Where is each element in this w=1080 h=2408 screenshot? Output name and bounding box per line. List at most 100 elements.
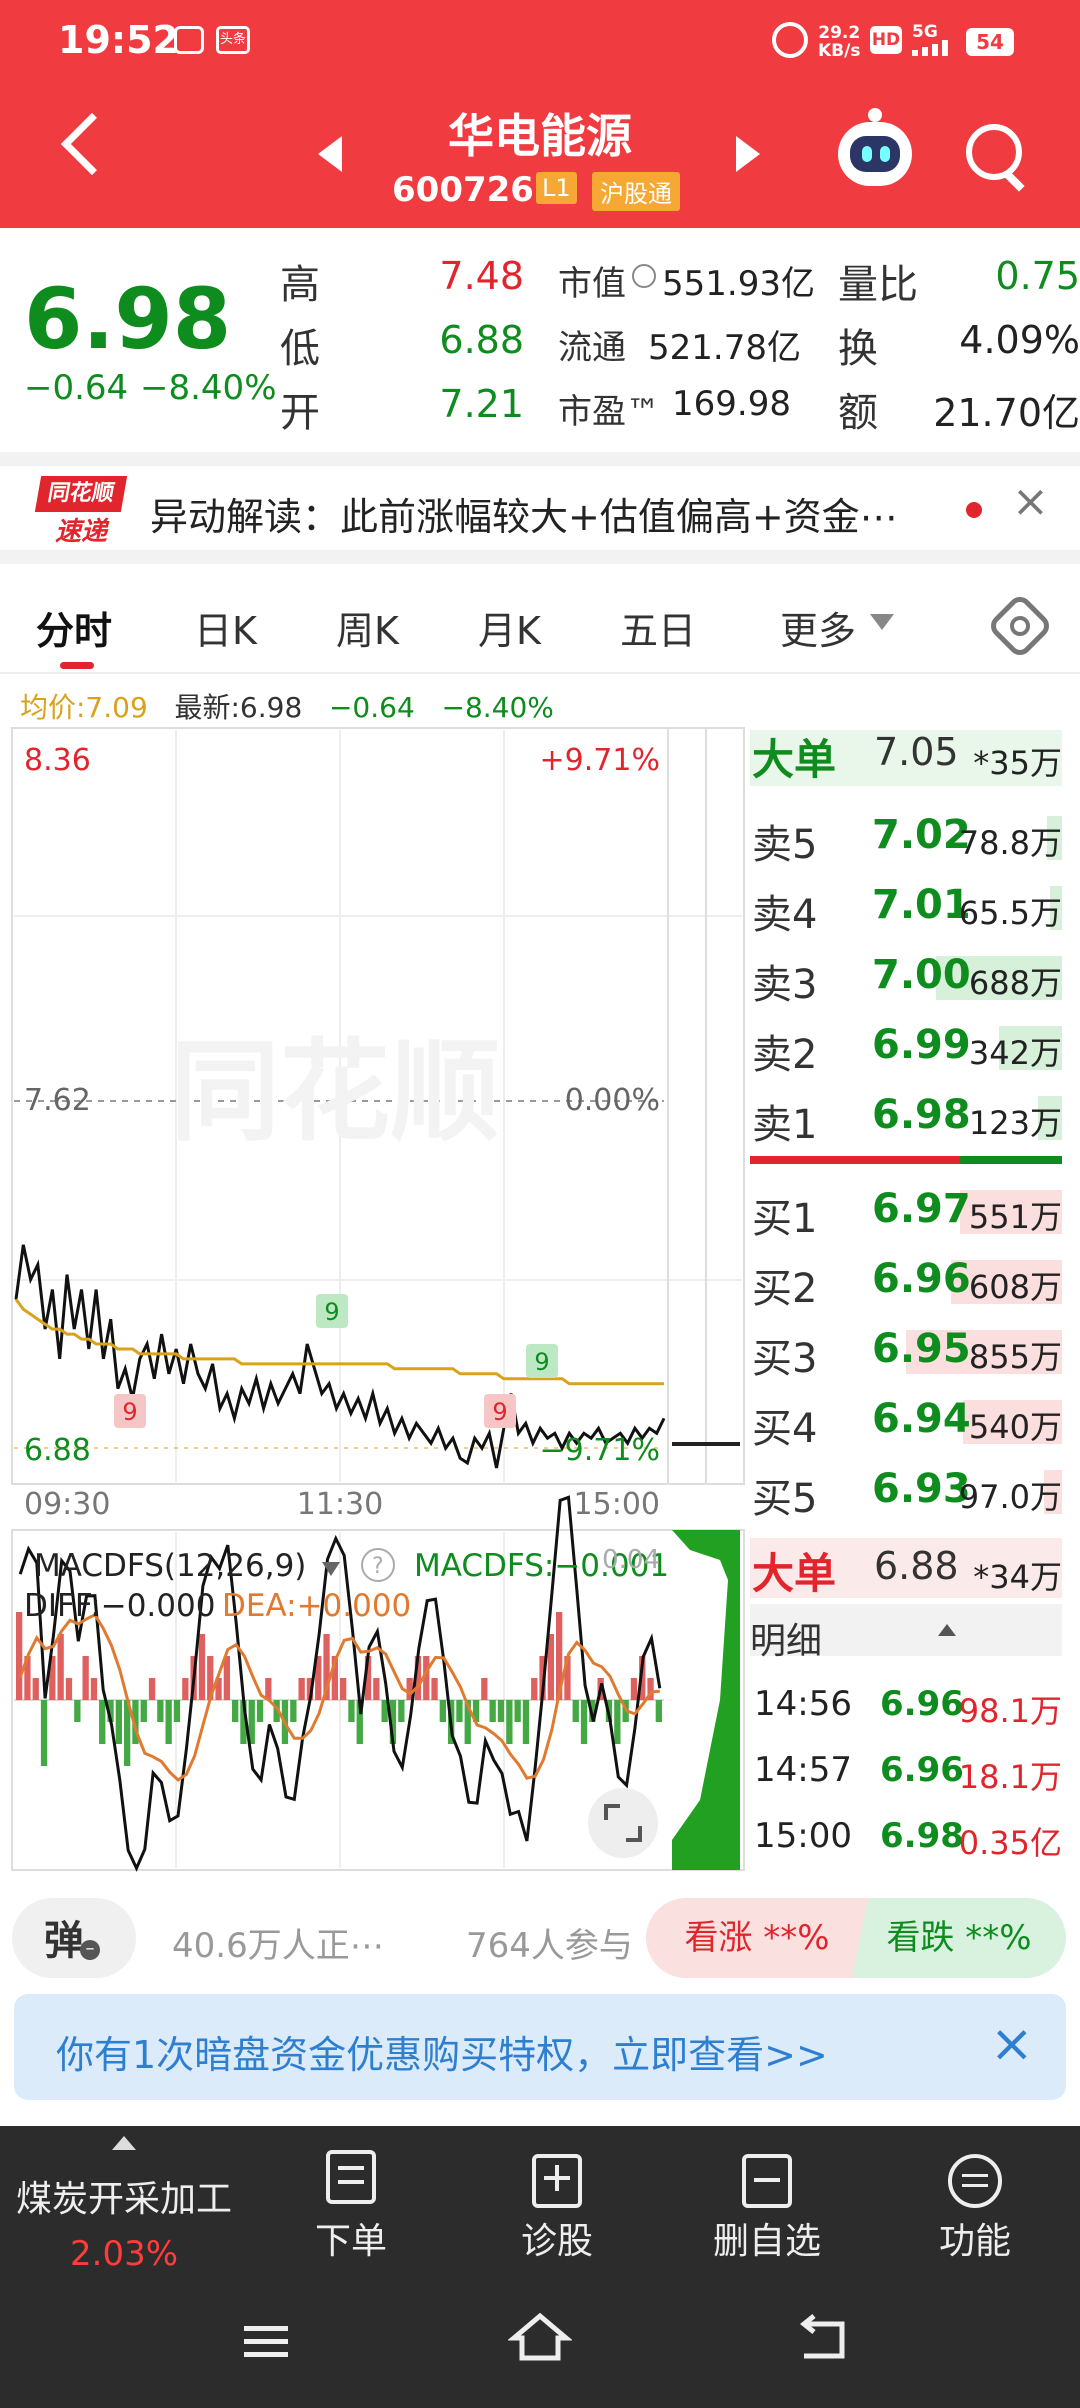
notification-icon xyxy=(174,26,204,54)
open-label: 开 xyxy=(280,390,320,436)
pe-value: 169.98 xyxy=(672,384,791,424)
bearish-button[interactable]: 看跌 **% xyxy=(852,1898,1066,1978)
robot-antenna xyxy=(868,108,882,122)
news-app-icon: 头条 xyxy=(216,26,250,54)
sell-level-volume: 688万 xyxy=(968,964,1062,1002)
macd-title[interactable]: MACDFS(12,26,9) xyxy=(34,1548,306,1584)
speed-unit: KB/s xyxy=(818,41,861,61)
big-sell-price: 7.05 xyxy=(874,730,959,774)
volume-ratio-label: 量比 xyxy=(838,262,918,308)
pe-label: 市盈™ xyxy=(558,392,660,432)
buy-level-volume: 97.0万 xyxy=(958,1478,1062,1516)
tab-daily-k[interactable]: 日K xyxy=(194,600,257,655)
big-buy-label: 大单 xyxy=(752,1549,837,1598)
minus-icon: – xyxy=(80,1940,100,1960)
order-button[interactable]: 下单 xyxy=(251,2212,451,2264)
macd-bar xyxy=(497,1700,505,1722)
trade-price: 6.98 xyxy=(880,1816,964,1856)
promo-text[interactable]: 你有1次暗盘资金优惠购买特权，立即查看>> xyxy=(56,2024,828,2079)
sell-level-label: 卖3 xyxy=(752,962,818,1008)
expand-button[interactable] xyxy=(588,1788,658,1858)
chevron-up-icon[interactable] xyxy=(112,2136,136,2150)
trade-time: 14:56 xyxy=(754,1684,852,1724)
sell-level-volume: 342万 xyxy=(968,1034,1062,1072)
remove-watchlist-button[interactable]: 删自选 xyxy=(667,2212,867,2264)
stock-code: 600726 xyxy=(392,170,534,210)
trade-time: 15:00 xyxy=(754,1816,852,1856)
help-icon-glyph: ? xyxy=(372,1554,384,1579)
unread-dot xyxy=(966,502,982,518)
turnover-label: 换 xyxy=(838,326,878,372)
price-change: −0.64 xyxy=(24,368,129,408)
tab-intraday[interactable]: 分时 xyxy=(36,600,112,655)
macd-bar xyxy=(489,1700,496,1722)
big-buy-volume: *34万 xyxy=(973,1558,1062,1596)
axis-price-top: 8.36 xyxy=(24,743,91,778)
macd-bar xyxy=(630,1678,638,1700)
macd-bar xyxy=(65,1678,73,1700)
sector-name[interactable]: 煤炭开采加工 xyxy=(16,2170,232,2222)
search-icon[interactable] xyxy=(966,124,1022,180)
function-icon[interactable] xyxy=(948,2154,1002,2208)
price-change-pct: −8.40% xyxy=(140,368,277,408)
current-price: 6.98 xyxy=(24,270,232,368)
tab-more[interactable]: 更多 xyxy=(780,600,856,655)
macd-bar xyxy=(82,1656,89,1700)
trade-volume: 0.35亿 xyxy=(958,1824,1062,1862)
float-value: 521.78亿 xyxy=(648,328,801,368)
macd-bar xyxy=(522,1700,530,1744)
macd-bar xyxy=(290,1700,297,1722)
sell-level-volume: 65.5万 xyxy=(958,894,1062,932)
macd-bar xyxy=(655,1700,662,1722)
order-icon-line xyxy=(338,2166,364,2170)
big-sell-label: 大单 xyxy=(752,735,837,784)
macd-bar xyxy=(182,1678,189,1700)
dea-value: DEA:+0.000 xyxy=(222,1588,411,1624)
buy-level-volume: 855万 xyxy=(968,1338,1062,1376)
menu-line xyxy=(962,2174,988,2177)
sell-level-label: 卖2 xyxy=(752,1032,818,1078)
bullish-button[interactable]: 看涨 **% xyxy=(646,1898,868,1978)
tab-monthly-k[interactable]: 月K xyxy=(478,600,541,655)
detail-title[interactable]: 明细 xyxy=(750,1612,822,1664)
chevron-up-icon[interactable] xyxy=(938,1624,956,1636)
bid-ask-green-bar xyxy=(960,1156,1062,1164)
news-text[interactable]: 异动解读：此前涨幅较大+估值偏高+资金⋯ xyxy=(150,486,898,541)
macd-bar xyxy=(40,1700,48,1766)
network-speed: 29.2 KB/s xyxy=(818,24,860,60)
macd-bar xyxy=(165,1700,172,1744)
return-icon[interactable] xyxy=(796,2314,856,2364)
axis-pct-mid: 0.00% xyxy=(565,1083,660,1118)
trade-price: 6.96 xyxy=(880,1750,964,1790)
home-icon[interactable] xyxy=(508,2310,572,2366)
after-hours-volume xyxy=(672,1530,740,1870)
macd-bar xyxy=(57,1634,64,1700)
tab-weekly-k[interactable]: 周K xyxy=(336,600,399,655)
close-icon[interactable]: × xyxy=(990,2014,1034,2074)
trade-price: 6.96 xyxy=(880,1684,964,1724)
robot-eye xyxy=(880,146,890,162)
tag-hgt: 沪股通 xyxy=(592,172,680,211)
trade-time: 14:57 xyxy=(754,1750,852,1790)
info-icon[interactable] xyxy=(632,264,656,288)
buy-level-label: 买2 xyxy=(752,1266,818,1312)
order-icon[interactable] xyxy=(326,2150,376,2204)
bid-ask-red-bar xyxy=(750,1156,960,1164)
diagnose-button[interactable]: 诊股 xyxy=(457,2212,657,2264)
menu-icon[interactable] xyxy=(240,2320,296,2364)
macd-bar xyxy=(90,1678,98,1700)
signal-marker-label: 9 xyxy=(534,1348,549,1376)
macd-bar xyxy=(298,1678,305,1700)
close-icon[interactable]: × xyxy=(1012,476,1049,527)
macd-bar xyxy=(398,1700,405,1722)
sell-level-volume: 78.8万 xyxy=(958,824,1062,862)
sell-level-label: 卖5 xyxy=(752,822,818,868)
buy-level-volume: 608万 xyxy=(968,1268,1062,1306)
robot-eye xyxy=(862,146,872,162)
tab-five-day[interactable]: 五日 xyxy=(620,600,696,655)
function-button[interactable]: 功能 xyxy=(875,2212,1075,2264)
macd-bar xyxy=(99,1700,106,1744)
macd-bar xyxy=(74,1700,81,1722)
settings-icon-center xyxy=(1010,616,1030,636)
amount-label: 额 xyxy=(838,390,878,436)
